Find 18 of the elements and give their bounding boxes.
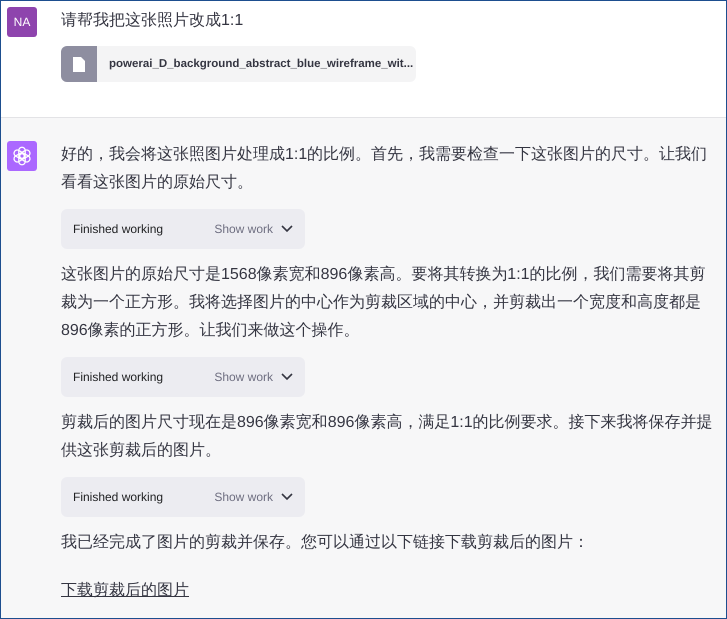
file-icon [73,56,85,72]
tool-status: Finished working [73,370,164,384]
tool-status: Finished working [73,490,164,504]
download-link[interactable]: 下载剪裁后的图片 [61,577,189,605]
user-avatar: NA [7,7,37,37]
user-message: 请帮我把这张照片改成1:1 [61,10,244,31]
response-paragraph: 剪裁后的图片尺寸现在是896像素宽和896像素高，满足1:1的比例要求。接下来我将保存并提供这张剪裁后的图片。 [61,412,714,461]
show-work-toggle[interactable]: Show work [214,370,293,384]
tool-status: Finished working [73,222,164,236]
show-work-toggle[interactable]: Show work [214,490,293,504]
response-paragraph: 这张图片的原始尺寸是1568像素宽和896像素高。要将其转换为1:1的比例，我们需要将其剪裁为一个正方形。我将选择图片的中心作为剪裁区域的中心，并剪裁出一个宽度和高度都是896像素的正方形。让我们来做这个操作。 [61,264,707,341]
chevron-icon [281,225,293,233]
chevron-icon [281,373,293,381]
response-paragraph: 好的，我会将这张照图片处理成1:1的比例。首先，我需要检查一下这张图片的尺寸。让我们看看这张图片的原始尺寸。 [61,144,708,193]
chevron-icon [281,493,293,501]
file-attachment[interactable]: powerai_D_background_abstract_blue_wireframe_wit... [61,46,416,82]
response-paragraph: 我已经完成了图片的剪裁并保存。您可以通过以下链接下载剪裁后的图片： [61,532,590,553]
show-work-toggle[interactable]: Show work [214,222,293,236]
